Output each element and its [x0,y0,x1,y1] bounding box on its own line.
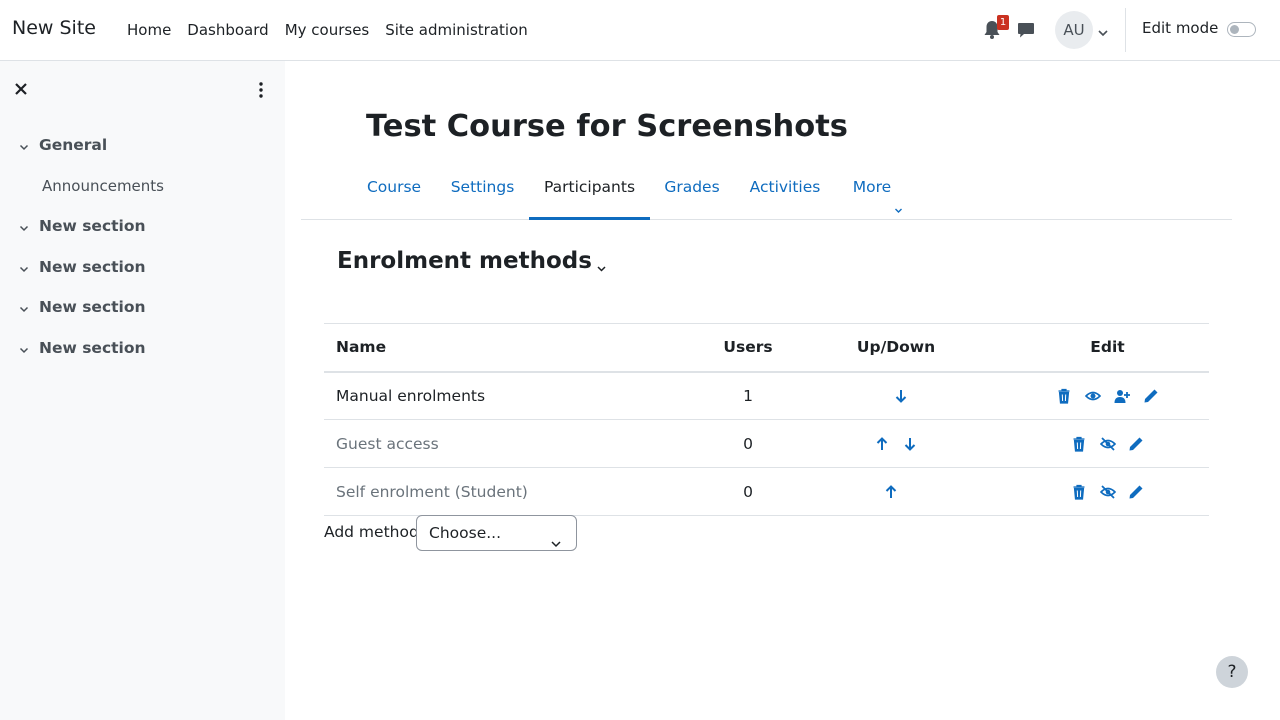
method-name: Guest access [324,419,710,468]
help-button[interactable]: ? [1216,656,1248,688]
enrolment-methods-heading: Enrolment methods [337,248,592,274]
course-secondary-navigation: Course Settings Participants Grades Acti… [301,160,1232,220]
tab-course[interactable]: Course [352,160,436,220]
course-index-drawer: General Announcements New section New se… [0,61,285,720]
column-header-edit: Edit [1006,323,1209,373]
add-method-selected-value: Choose... [429,524,502,542]
section-label[interactable]: New section [39,258,146,276]
updown-cell [786,419,1006,468]
top-navbar: New Site Home Dashboard My courses Site … [0,0,1280,61]
course-index-section[interactable]: New section [18,298,146,316]
course-index-section-general[interactable]: General [18,136,107,154]
user-menu-chevron-down-icon[interactable] [1097,25,1109,37]
tab-more-label: More [852,178,892,196]
chevron-down-icon[interactable] [18,301,30,313]
course-index-activity-announcements[interactable]: Announcements [42,177,164,195]
edit-mode-label: Edit mode [1142,19,1219,37]
chevron-down-icon[interactable] [18,220,30,232]
page-title: Test Course for Screenshots [366,109,848,144]
nav-site-administration[interactable]: Site administration [377,21,536,39]
nav-home[interactable]: Home [119,21,179,39]
method-name: Manual enrolments [324,371,710,420]
pencil-edit-icon[interactable] [1143,388,1159,404]
method-users: 0 [710,419,786,468]
eye-slash-icon[interactable] [1099,484,1116,500]
user-avatar[interactable]: AU [1055,11,1093,49]
pencil-edit-icon[interactable] [1128,484,1144,500]
chevron-down-icon[interactable] [18,139,30,151]
edit-cell [1006,419,1209,468]
chevron-down-icon[interactable] [18,261,30,273]
trash-icon[interactable] [1071,436,1087,452]
edit-mode-toggle[interactable] [1227,22,1256,37]
enrolment-methods-table: Name Users Up/Down Edit Manual enrolment… [324,323,1209,516]
arrow-up-icon[interactable] [883,484,899,500]
tertiary-nav-chevron-down-icon[interactable] [596,260,607,272]
table-row: Manual enrolments 1 [324,371,1209,420]
column-header-updown: Up/Down [786,323,1006,373]
column-header-users: Users [710,323,786,373]
notification-count-badge: 1 [997,15,1009,30]
course-index-section[interactable]: New section [18,339,146,357]
course-index-section[interactable]: New section [18,258,146,276]
chevron-down-icon[interactable] [18,342,30,354]
messages-icon[interactable] [1017,21,1035,39]
tab-participants[interactable]: Participants [529,160,650,220]
edit-cell [1006,371,1209,420]
updown-cell [786,371,1006,420]
method-name: Self enrolment (Student) [324,467,710,516]
section-label[interactable]: New section [39,217,146,235]
edit-cell [1006,467,1209,516]
nav-dashboard[interactable]: Dashboard [179,21,276,39]
updown-cell [786,467,1006,516]
method-users: 1 [710,371,786,420]
arrow-up-icon[interactable] [874,436,890,452]
tab-grades[interactable]: Grades [650,160,734,220]
section-label[interactable]: General [39,136,107,154]
navbar-divider [1125,8,1126,52]
chevron-down-icon [894,183,903,213]
eye-slash-icon[interactable] [1099,436,1116,452]
enrol-users-icon[interactable] [1114,388,1130,404]
tab-settings[interactable]: Settings [436,160,529,220]
nav-my-courses[interactable]: My courses [277,21,378,39]
primary-navigation: Home Dashboard My courses Site administr… [119,0,536,60]
tab-more[interactable]: More [836,160,920,220]
table-row: Self enrolment (Student) 0 [324,467,1209,516]
add-method-label: Add method [324,523,419,541]
trash-icon[interactable] [1056,388,1072,404]
eye-icon[interactable] [1085,388,1102,404]
add-method-select[interactable]: Choose... [416,515,577,551]
toggle-knob [1230,25,1239,34]
arrow-down-icon[interactable] [893,388,909,404]
section-label[interactable]: New section [39,298,146,316]
trash-icon[interactable] [1071,484,1087,500]
close-drawer-icon[interactable] [13,81,29,97]
table-row: Guest access 0 [324,419,1209,468]
column-header-name: Name [324,323,710,373]
site-brand[interactable]: New Site [12,17,96,39]
method-users: 0 [710,467,786,516]
kebab-menu-icon[interactable] [254,81,268,99]
course-index-section[interactable]: New section [18,217,146,235]
pencil-edit-icon[interactable] [1128,436,1144,452]
table-header-row: Name Users Up/Down Edit [324,323,1209,373]
tab-activities[interactable]: Activities [734,160,836,220]
section-label[interactable]: New section [39,339,146,357]
arrow-down-icon[interactable] [902,436,918,452]
chevron-down-icon [550,528,562,548]
